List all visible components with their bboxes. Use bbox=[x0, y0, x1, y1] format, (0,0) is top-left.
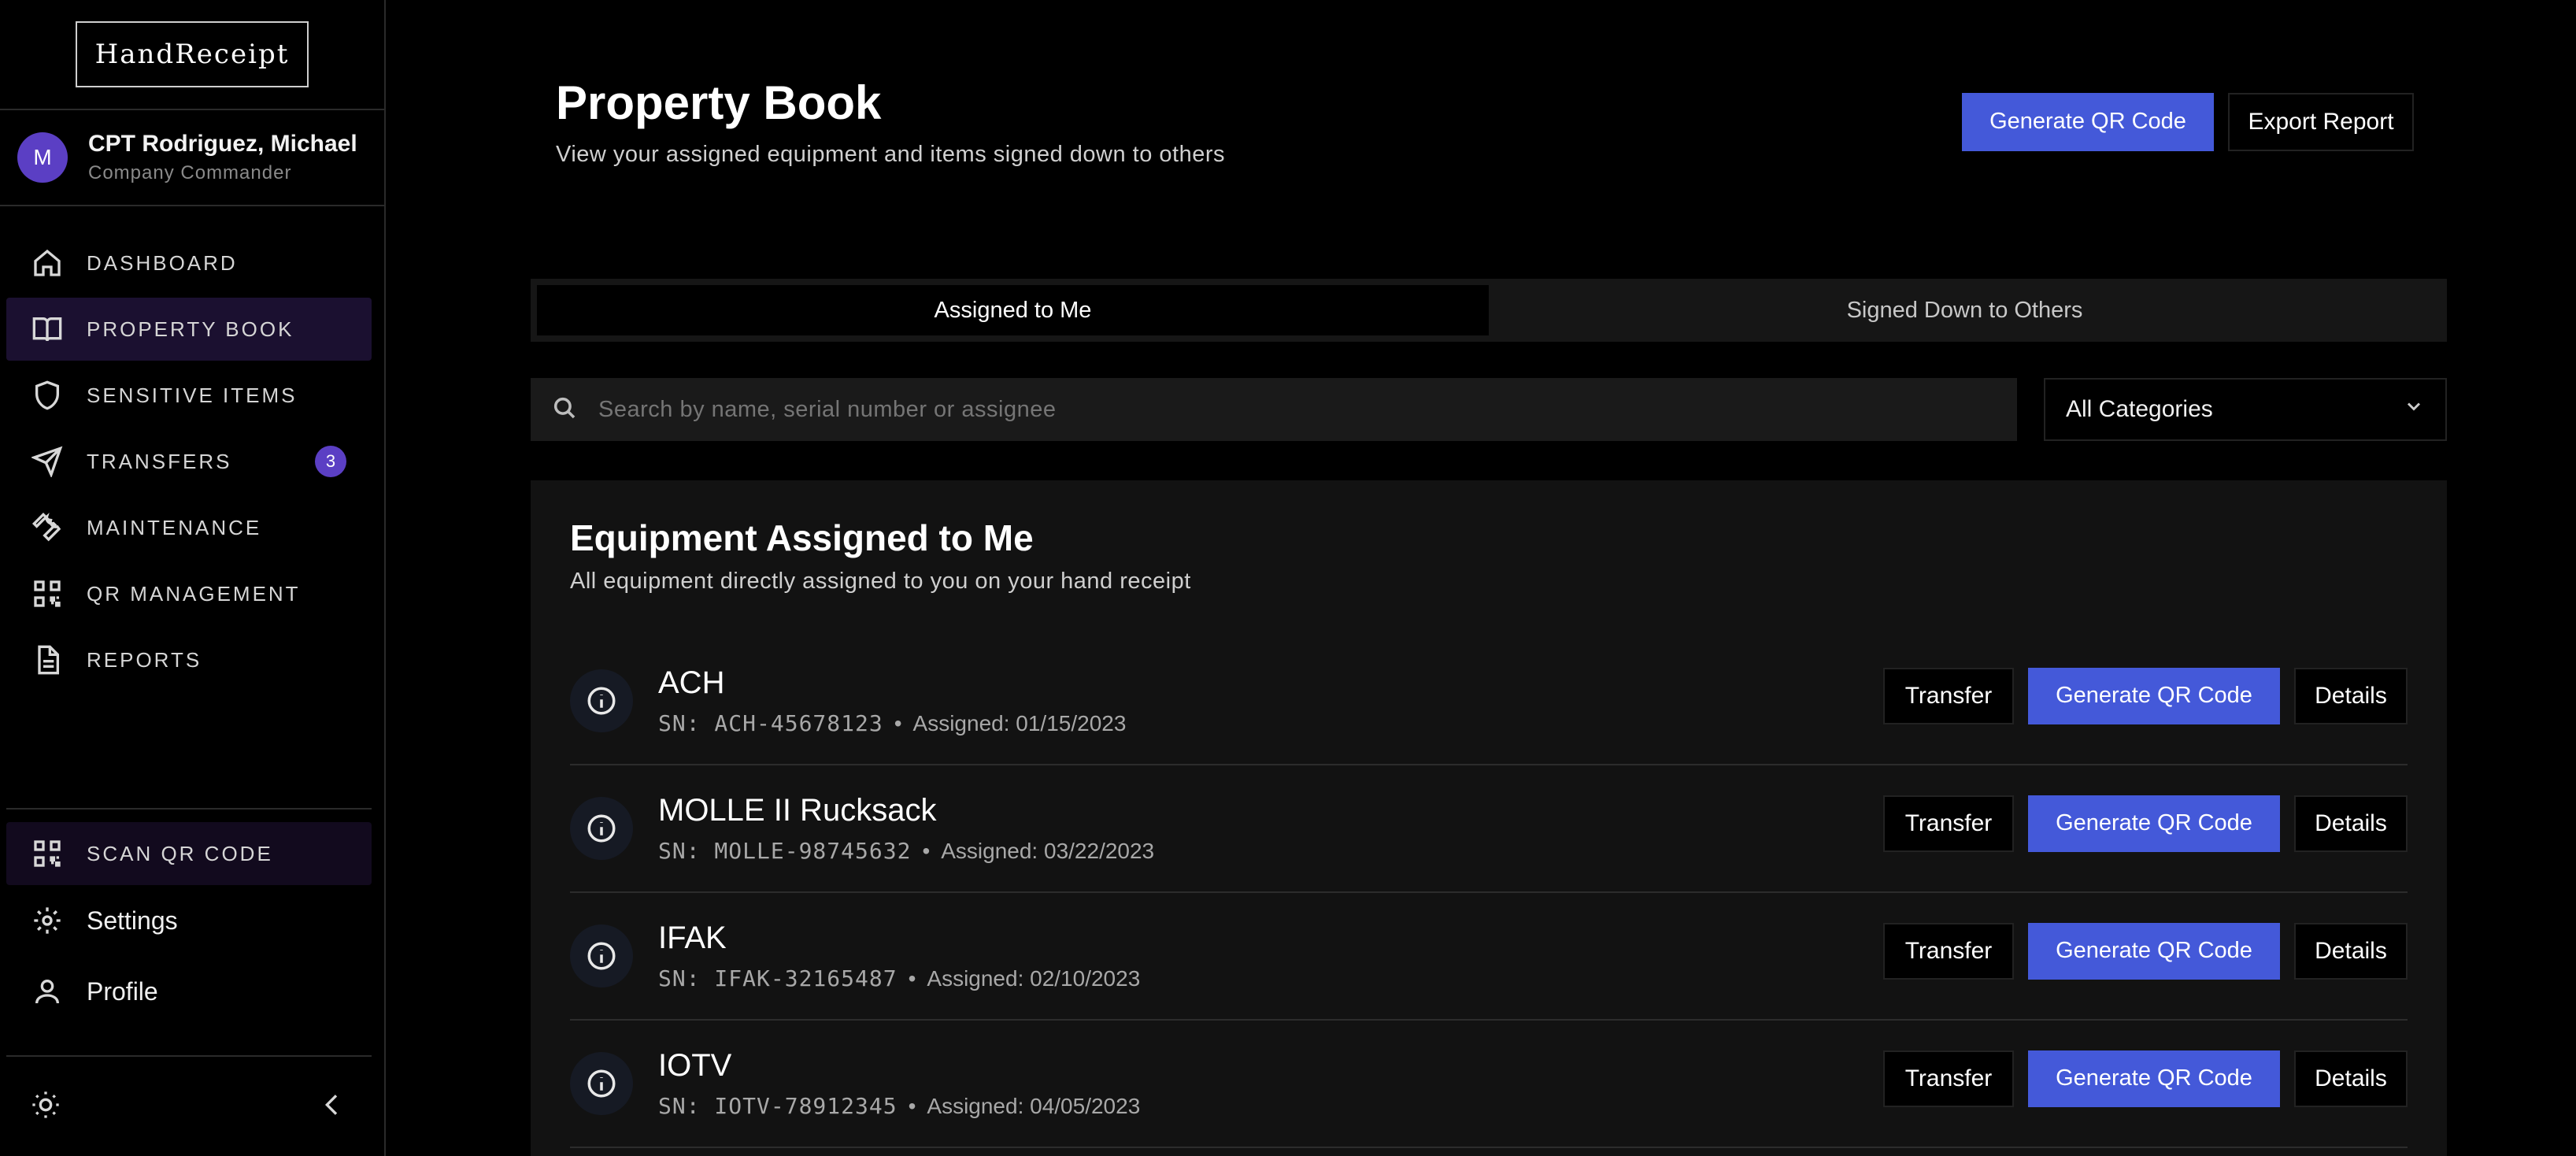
generate-qr-button[interactable]: Generate QR Code bbox=[1962, 93, 2214, 151]
send-icon bbox=[30, 444, 65, 479]
item-serial: SN: MOLLE-98745632 bbox=[658, 838, 912, 864]
item-assigned-date: Assigned: 04/05/2023 bbox=[927, 1094, 1141, 1118]
tab-signed-down-to-others[interactable]: Signed Down to Others bbox=[1489, 285, 2441, 335]
generate-qr-button[interactable]: Generate QR Code bbox=[2028, 1050, 2280, 1107]
logo-area: HandReceipt bbox=[0, 0, 384, 110]
details-button[interactable]: Details bbox=[2294, 668, 2408, 724]
home-icon bbox=[30, 246, 65, 280]
item-serial: SN: ACH-45678123 bbox=[658, 710, 883, 736]
sidebar-item-label: PROPERTY BOOK bbox=[87, 317, 294, 341]
list-item: IFAK SN: IFAK-32165487 • Assigned: 02/10/2… bbox=[570, 893, 2408, 1021]
item-meta: SN: IFAK-32165487 • Assigned: 02/10/2023 bbox=[658, 965, 1141, 991]
sidebar-item-reports[interactable]: REPORTS bbox=[6, 628, 372, 691]
scan-qr-label: SCAN QR CODE bbox=[87, 841, 273, 865]
book-icon bbox=[30, 312, 65, 346]
user-role: Company Commander bbox=[88, 162, 292, 183]
sidebar-item-label: TRANSFERS bbox=[87, 449, 232, 473]
sidebar-item-maintenance[interactable]: MAINTENANCE bbox=[6, 496, 372, 559]
sidebar-item-settings[interactable]: Settings bbox=[6, 885, 372, 956]
details-button[interactable]: Details bbox=[2294, 1050, 2408, 1107]
section-title: Equipment Assigned to Me bbox=[570, 517, 1034, 558]
user-icon bbox=[30, 974, 65, 1009]
tab-bar: Assigned to Me Signed Down to Others bbox=[531, 279, 2447, 342]
generate-qr-button[interactable]: Generate QR Code bbox=[2028, 923, 2280, 980]
main-content: Property Book View your assigned equipme… bbox=[386, 0, 2576, 1156]
sidebar-item-qr-management[interactable]: QR MANAGEMENT bbox=[6, 562, 372, 625]
info-icon[interactable] bbox=[570, 1052, 633, 1115]
section-subtitle: All equipment directly assigned to you o… bbox=[570, 569, 1191, 594]
page-title: Property Book bbox=[556, 76, 882, 129]
scan-qr-button[interactable]: SCAN QR CODE bbox=[6, 822, 372, 885]
user-name: CPT Rodriguez, Michael bbox=[88, 131, 357, 157]
item-meta: SN: ACH-45678123 • Assigned: 01/15/2023 bbox=[658, 710, 1127, 736]
settings-label: Settings bbox=[87, 906, 178, 935]
info-icon[interactable] bbox=[570, 924, 633, 987]
item-assigned-date: Assigned: 02/10/2023 bbox=[927, 966, 1141, 991]
tab-assigned-to-me[interactable]: Assigned to Me bbox=[537, 285, 1489, 335]
export-report-button[interactable]: Export Report bbox=[2228, 93, 2414, 151]
item-name: IFAK bbox=[658, 921, 727, 955]
details-button[interactable]: Details bbox=[2294, 795, 2408, 852]
sidebar-bottom: SCAN QR CODE Settings Profile bbox=[6, 808, 372, 1027]
list-item: ACH SN: ACH-45678123 • Assigned: 01/15/202… bbox=[570, 638, 2408, 765]
item-name: IOTV bbox=[658, 1048, 732, 1083]
item-assigned-date: Assigned: 03/22/2023 bbox=[941, 839, 1155, 863]
page-subtitle: View your assigned equipment and items s… bbox=[556, 142, 1226, 167]
info-icon[interactable] bbox=[570, 797, 633, 860]
item-serial: SN: IOTV-78912345 bbox=[658, 1093, 898, 1119]
theme-toggle-sun-icon[interactable] bbox=[30, 1089, 61, 1125]
list-item: MOLLE II Rucksack SN: MOLLE-98745632 • Ass… bbox=[570, 765, 2408, 893]
transfer-button[interactable]: Transfer bbox=[1883, 923, 2014, 980]
details-button[interactable]: Details bbox=[2294, 923, 2408, 980]
sidebar-item-dashboard[interactable]: DASHBOARD bbox=[6, 232, 372, 295]
sidebar-item-label: SENSITIVE ITEMS bbox=[87, 383, 298, 407]
search-input[interactable] bbox=[598, 396, 1937, 423]
search-icon bbox=[551, 395, 578, 425]
item-name: ACH bbox=[658, 665, 725, 700]
sidebar-item-property-book[interactable]: PROPERTY BOOK bbox=[6, 298, 372, 361]
sidebar-item-label: MAINTENANCE bbox=[87, 515, 262, 539]
item-serial: SN: IFAK-32165487 bbox=[658, 965, 898, 991]
equipment-card: Equipment Assigned to Me All equipment d… bbox=[531, 480, 2447, 1156]
transfer-button[interactable]: Transfer bbox=[1883, 668, 2014, 724]
profile-label: Profile bbox=[87, 976, 158, 1006]
transfer-button[interactable]: Transfer bbox=[1883, 795, 2014, 852]
sidebar-item-label: QR MANAGEMENT bbox=[87, 581, 301, 606]
chevron-down-icon bbox=[2403, 395, 2425, 424]
generate-qr-button[interactable]: Generate QR Code bbox=[2028, 668, 2280, 724]
item-assigned-date: Assigned: 01/15/2023 bbox=[912, 711, 1127, 735]
avatar: M bbox=[17, 132, 68, 183]
sidebar-item-label: DASHBOARD bbox=[87, 250, 238, 275]
sidebar: HandReceipt M CPT Rodriguez, Michael Com… bbox=[0, 0, 386, 1156]
transfer-button[interactable]: Transfer bbox=[1883, 1050, 2014, 1107]
document-icon bbox=[30, 643, 65, 677]
list-item: IOTV SN: IOTV-78912345 • Assigned: 04/05/2… bbox=[570, 1021, 2408, 1148]
user-card[interactable]: M CPT Rodriguez, Michael Company Command… bbox=[0, 110, 384, 206]
app-logo[interactable]: HandReceipt bbox=[76, 21, 309, 87]
generate-qr-button[interactable]: Generate QR Code bbox=[2028, 795, 2280, 852]
sidebar-item-sensitive-items[interactable]: SENSITIVE ITEMS bbox=[6, 364, 372, 427]
collapse-sidebar-chevron-left-icon[interactable] bbox=[316, 1089, 348, 1125]
qr-icon bbox=[30, 836, 65, 871]
sidebar-item-label: REPORTS bbox=[87, 647, 202, 672]
info-icon[interactable] bbox=[570, 669, 633, 732]
sidebar-item-transfers[interactable]: TRANSFERS 3 bbox=[6, 430, 372, 493]
category-select-value: All Categories bbox=[2066, 396, 2213, 422]
category-select[interactable]: All Categories bbox=[2044, 378, 2447, 441]
equipment-list: ACH SN: ACH-45678123 • Assigned: 01/15/202… bbox=[570, 638, 2408, 1148]
item-meta: SN: MOLLE-98745632 • Assigned: 03/22/2023 bbox=[658, 838, 1155, 864]
item-meta: SN: IOTV-78912345 • Assigned: 04/05/2023 bbox=[658, 1093, 1141, 1119]
sidebar-nav: DASHBOARD PROPERTY BOOK SENSITIVE ITEMS … bbox=[6, 232, 372, 695]
qr-icon bbox=[30, 576, 65, 611]
item-name: MOLLE II Rucksack bbox=[658, 793, 937, 828]
search-bar[interactable] bbox=[531, 378, 2017, 441]
sidebar-footer bbox=[6, 1055, 372, 1156]
shield-icon bbox=[30, 378, 65, 413]
gear-icon bbox=[30, 903, 65, 938]
sidebar-item-profile[interactable]: Profile bbox=[6, 956, 372, 1027]
transfers-count-badge: 3 bbox=[315, 446, 346, 477]
wrench-icon bbox=[30, 510, 65, 545]
